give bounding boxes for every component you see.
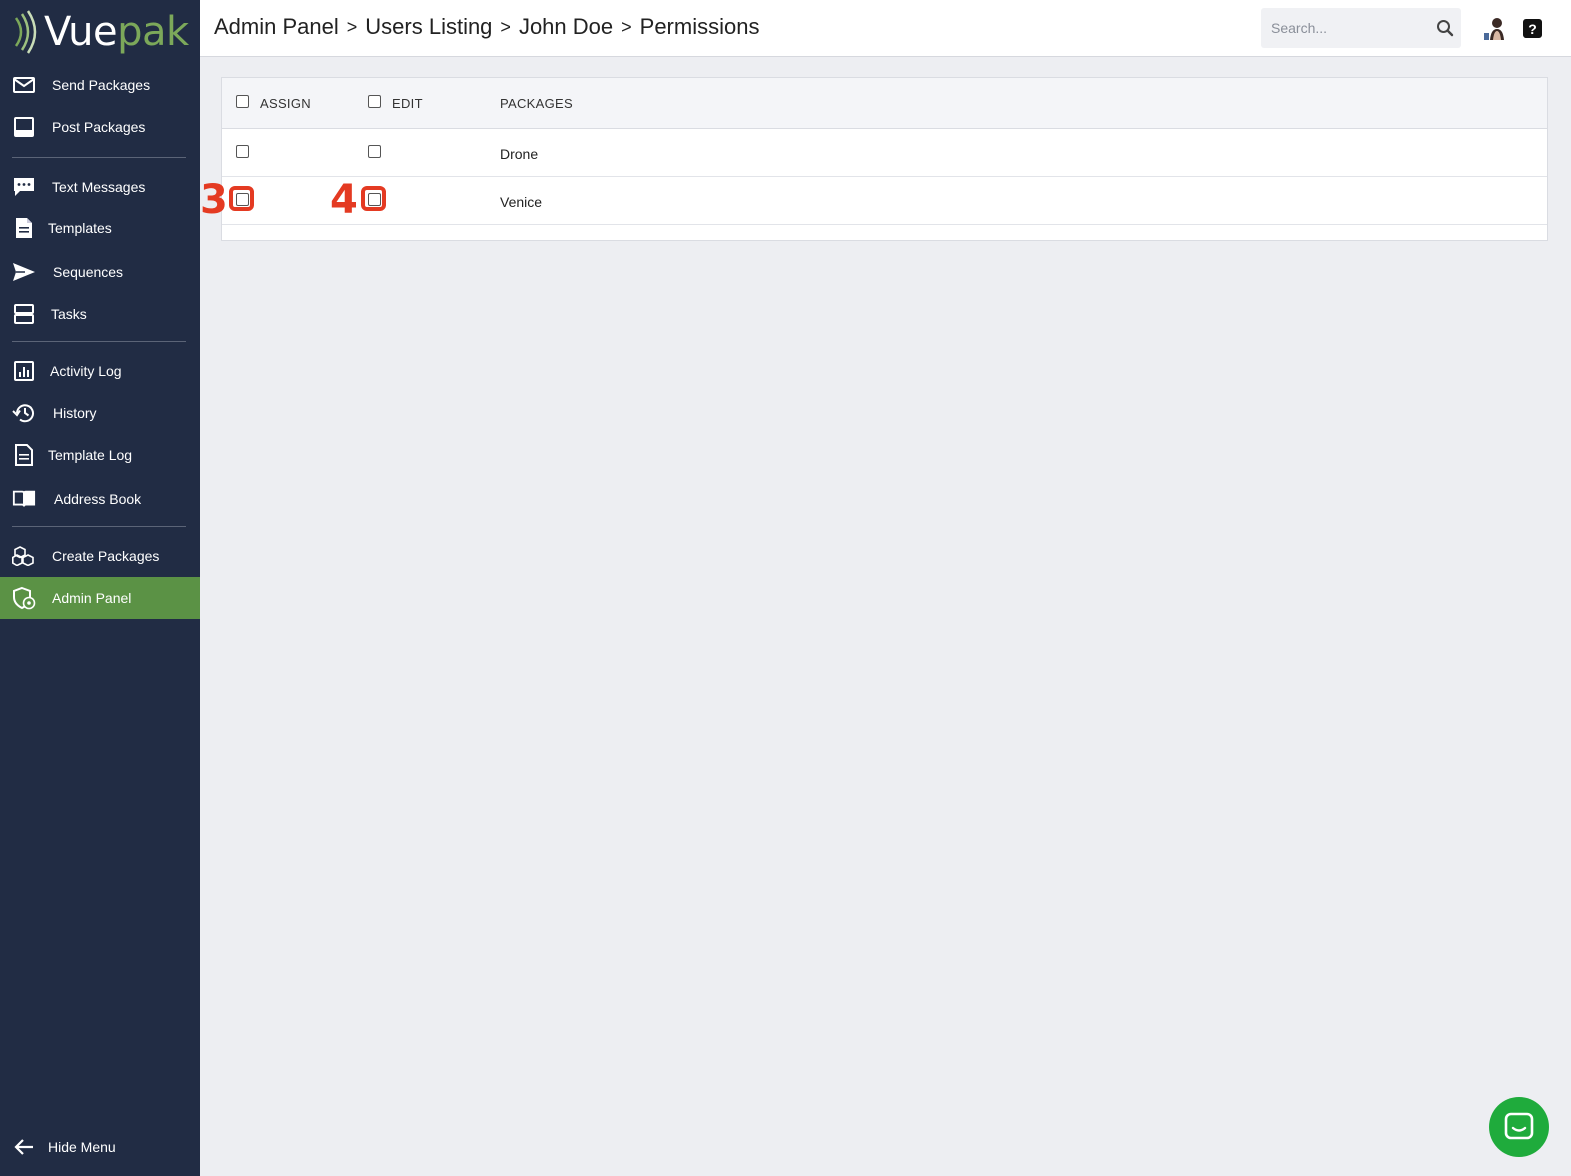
- sidebar-item-label: Send Packages: [52, 77, 151, 93]
- package-name: Venice: [500, 194, 543, 210]
- breadcrumb-separator: >: [500, 16, 511, 37]
- logo-waves-icon: [14, 10, 37, 54]
- sidebar-item-send-packages[interactable]: Send Packages: [0, 64, 200, 106]
- history-icon: [12, 401, 36, 425]
- search-icon[interactable]: [1436, 19, 1454, 37]
- chat-bubble-icon: [12, 175, 36, 199]
- column-header-assign: ASSIGN: [260, 96, 311, 111]
- tasks-icon: [12, 302, 36, 326]
- sidebar-item-address-book[interactable]: Address Book: [0, 478, 200, 520]
- monitor-icon: [12, 115, 36, 139]
- sidebar-item-label: Templates: [48, 220, 112, 236]
- chat-launcher-button[interactable]: [1489, 1097, 1549, 1157]
- breadcrumb-item-john-doe[interactable]: John Doe: [519, 14, 613, 40]
- document-icon: [12, 216, 36, 240]
- sidebar-item-post-packages[interactable]: Post Packages: [0, 106, 200, 148]
- sidebar-item-label: Admin Panel: [52, 590, 132, 606]
- column-header-edit: EDIT: [392, 96, 423, 111]
- document-icon: [12, 443, 36, 467]
- boxes-icon: [12, 544, 36, 568]
- package-name: Drone: [500, 146, 539, 162]
- sidebar-item-templates[interactable]: Templates: [0, 207, 200, 249]
- arrow-left-icon: [12, 1135, 36, 1159]
- chat-icon: [1504, 1112, 1534, 1140]
- breadcrumb: Admin Panel > Users Listing > John Doe >…: [214, 14, 759, 40]
- help-icon[interactable]: ?: [1523, 19, 1542, 38]
- hide-menu-button[interactable]: Hide Menu: [0, 1126, 200, 1168]
- user-avatar[interactable]: [1482, 16, 1510, 40]
- breadcrumb-separator: >: [346, 16, 358, 37]
- breadcrumb-item-users-listing[interactable]: Users Listing: [365, 14, 492, 40]
- search-box: [1261, 8, 1461, 48]
- sidebar-item-label: Create Packages: [52, 548, 160, 564]
- annotation-highlight-box: [229, 186, 254, 211]
- book-icon: [12, 487, 36, 511]
- sidebar-item-text-messages[interactable]: Text Messages: [0, 166, 200, 208]
- sidebar-item-admin-panel[interactable]: Admin Panel: [0, 577, 200, 619]
- sidebar-item-label: History: [53, 405, 97, 421]
- sidebar-divider: [12, 341, 186, 342]
- edit-checkbox-drone[interactable]: [368, 145, 381, 158]
- assign-all-checkbox[interactable]: [236, 95, 249, 108]
- sidebar-item-history[interactable]: History: [0, 392, 200, 434]
- edit-all-checkbox[interactable]: [368, 95, 381, 108]
- table-row: Venice: [222, 177, 1547, 225]
- breadcrumb-separator: >: [621, 16, 632, 37]
- envelope-icon: [12, 73, 36, 97]
- sidebar-item-tasks[interactable]: Tasks: [0, 293, 200, 335]
- bar-chart-icon: [12, 359, 36, 383]
- paper-plane-icon: [12, 260, 36, 284]
- sidebar-item-label: Address Book: [54, 491, 142, 507]
- logo-text-vue: Vue: [44, 9, 118, 55]
- sidebar-item-template-log[interactable]: Template Log: [0, 434, 200, 476]
- sidebar-item-create-packages[interactable]: Create Packages: [0, 535, 200, 577]
- sidebar-item-activity-log[interactable]: Activity Log: [0, 350, 200, 392]
- breadcrumb-item-admin-panel[interactable]: Admin Panel: [214, 14, 339, 40]
- logo-text: Vuepak: [44, 8, 189, 56]
- sidebar-divider: [12, 526, 186, 527]
- table-header: ASSIGN EDIT PACKAGES: [222, 78, 1547, 129]
- sidebar: Vuepak Send Packages Post Packages Text …: [0, 0, 200, 1176]
- sidebar-item-label: Post Packages: [52, 119, 146, 135]
- permissions-table: ASSIGN EDIT PACKAGES Drone Venice: [221, 77, 1548, 241]
- sidebar-item-label: Activity Log: [50, 363, 122, 379]
- top-header: Admin Panel > Users Listing > John Doe >…: [200, 0, 1571, 57]
- breadcrumb-item-permissions: Permissions: [639, 14, 760, 39]
- assign-checkbox-drone[interactable]: [236, 145, 249, 158]
- table-row: Drone: [222, 129, 1547, 177]
- admin-shield-icon: [12, 586, 36, 610]
- sidebar-item-sequences[interactable]: Sequences: [0, 251, 200, 293]
- column-header-packages: PACKAGES: [500, 96, 573, 111]
- sidebar-item-label: Tasks: [51, 306, 87, 322]
- logo-text-pak: pak: [117, 9, 189, 55]
- sidebar-item-label: Sequences: [53, 264, 124, 280]
- hide-menu-label: Hide Menu: [48, 1139, 116, 1155]
- vuepak-logo[interactable]: Vuepak: [12, 8, 189, 56]
- annotation-highlight-box: [361, 186, 386, 211]
- sidebar-divider: [12, 157, 186, 158]
- sidebar-item-label: Text Messages: [52, 179, 146, 195]
- annotation-marker-3: 3: [200, 177, 228, 223]
- sidebar-item-label: Template Log: [48, 447, 133, 463]
- search-input[interactable]: [1261, 8, 1431, 48]
- annotation-marker-4: 4: [330, 177, 358, 223]
